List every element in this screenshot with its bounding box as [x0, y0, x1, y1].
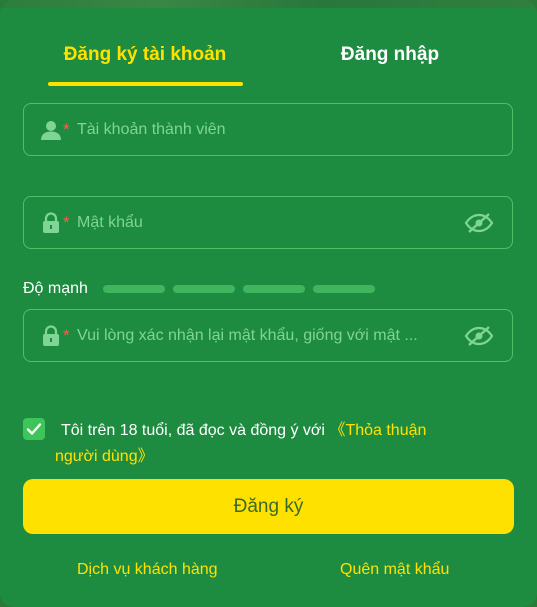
lock-icon	[43, 212, 59, 233]
eye-off-icon[interactable]	[464, 325, 494, 347]
strength-segment	[103, 285, 165, 293]
eye-off-icon[interactable]	[464, 212, 494, 234]
account-field[interactable]: * Tài khoản thành viên	[23, 103, 513, 156]
agreement-checkbox[interactable]	[23, 418, 45, 440]
required-mark: *	[63, 120, 70, 139]
user-agreement-link[interactable]: 《Thỏa thuận	[329, 422, 426, 439]
password-field[interactable]: * Mật khẩu	[23, 196, 513, 249]
tab-register[interactable]: Đăng ký tài khoản	[40, 44, 250, 70]
strength-label: Độ mạnh	[23, 280, 88, 297]
user-agreement-link-continued[interactable]: người dùng》	[55, 442, 154, 466]
register-button[interactable]: Đăng ký	[23, 479, 514, 534]
strength-segment	[313, 285, 375, 293]
strength-segment	[243, 285, 305, 293]
register-panel: Đăng ký tài khoản Đăng nhập * Tài khoản …	[0, 0, 537, 607]
agreement-text: Tôi trên 18 tuổi, đã đọc và đồng ý với	[61, 422, 325, 439]
strength-segment	[173, 285, 235, 293]
confirm-password-field[interactable]: * Vui lòng xác nhận lại mật khẩu, giống …	[23, 309, 513, 362]
active-tab-indicator	[48, 82, 243, 86]
password-placeholder: Mật khẩu	[77, 214, 143, 231]
background-strip	[0, 0, 537, 8]
checkmark-icon	[26, 423, 42, 435]
agreement-text-line: Tôi trên 18 tuổi, đã đọc và đồng ý với 《…	[61, 416, 426, 440]
forgot-password-link[interactable]: Quên mật khẩu	[340, 561, 449, 579]
lock-icon	[43, 325, 59, 346]
confirm-placeholder: Vui lòng xác nhận lại mật khẩu, giống vớ…	[77, 327, 418, 344]
required-mark: *	[63, 326, 70, 345]
user-icon	[41, 121, 61, 140]
tab-login[interactable]: Đăng nhập	[285, 44, 495, 70]
account-placeholder: Tài khoản thành viên	[77, 121, 226, 138]
required-mark: *	[63, 213, 70, 232]
customer-service-link[interactable]: Dịch vụ khách hàng	[77, 561, 218, 579]
